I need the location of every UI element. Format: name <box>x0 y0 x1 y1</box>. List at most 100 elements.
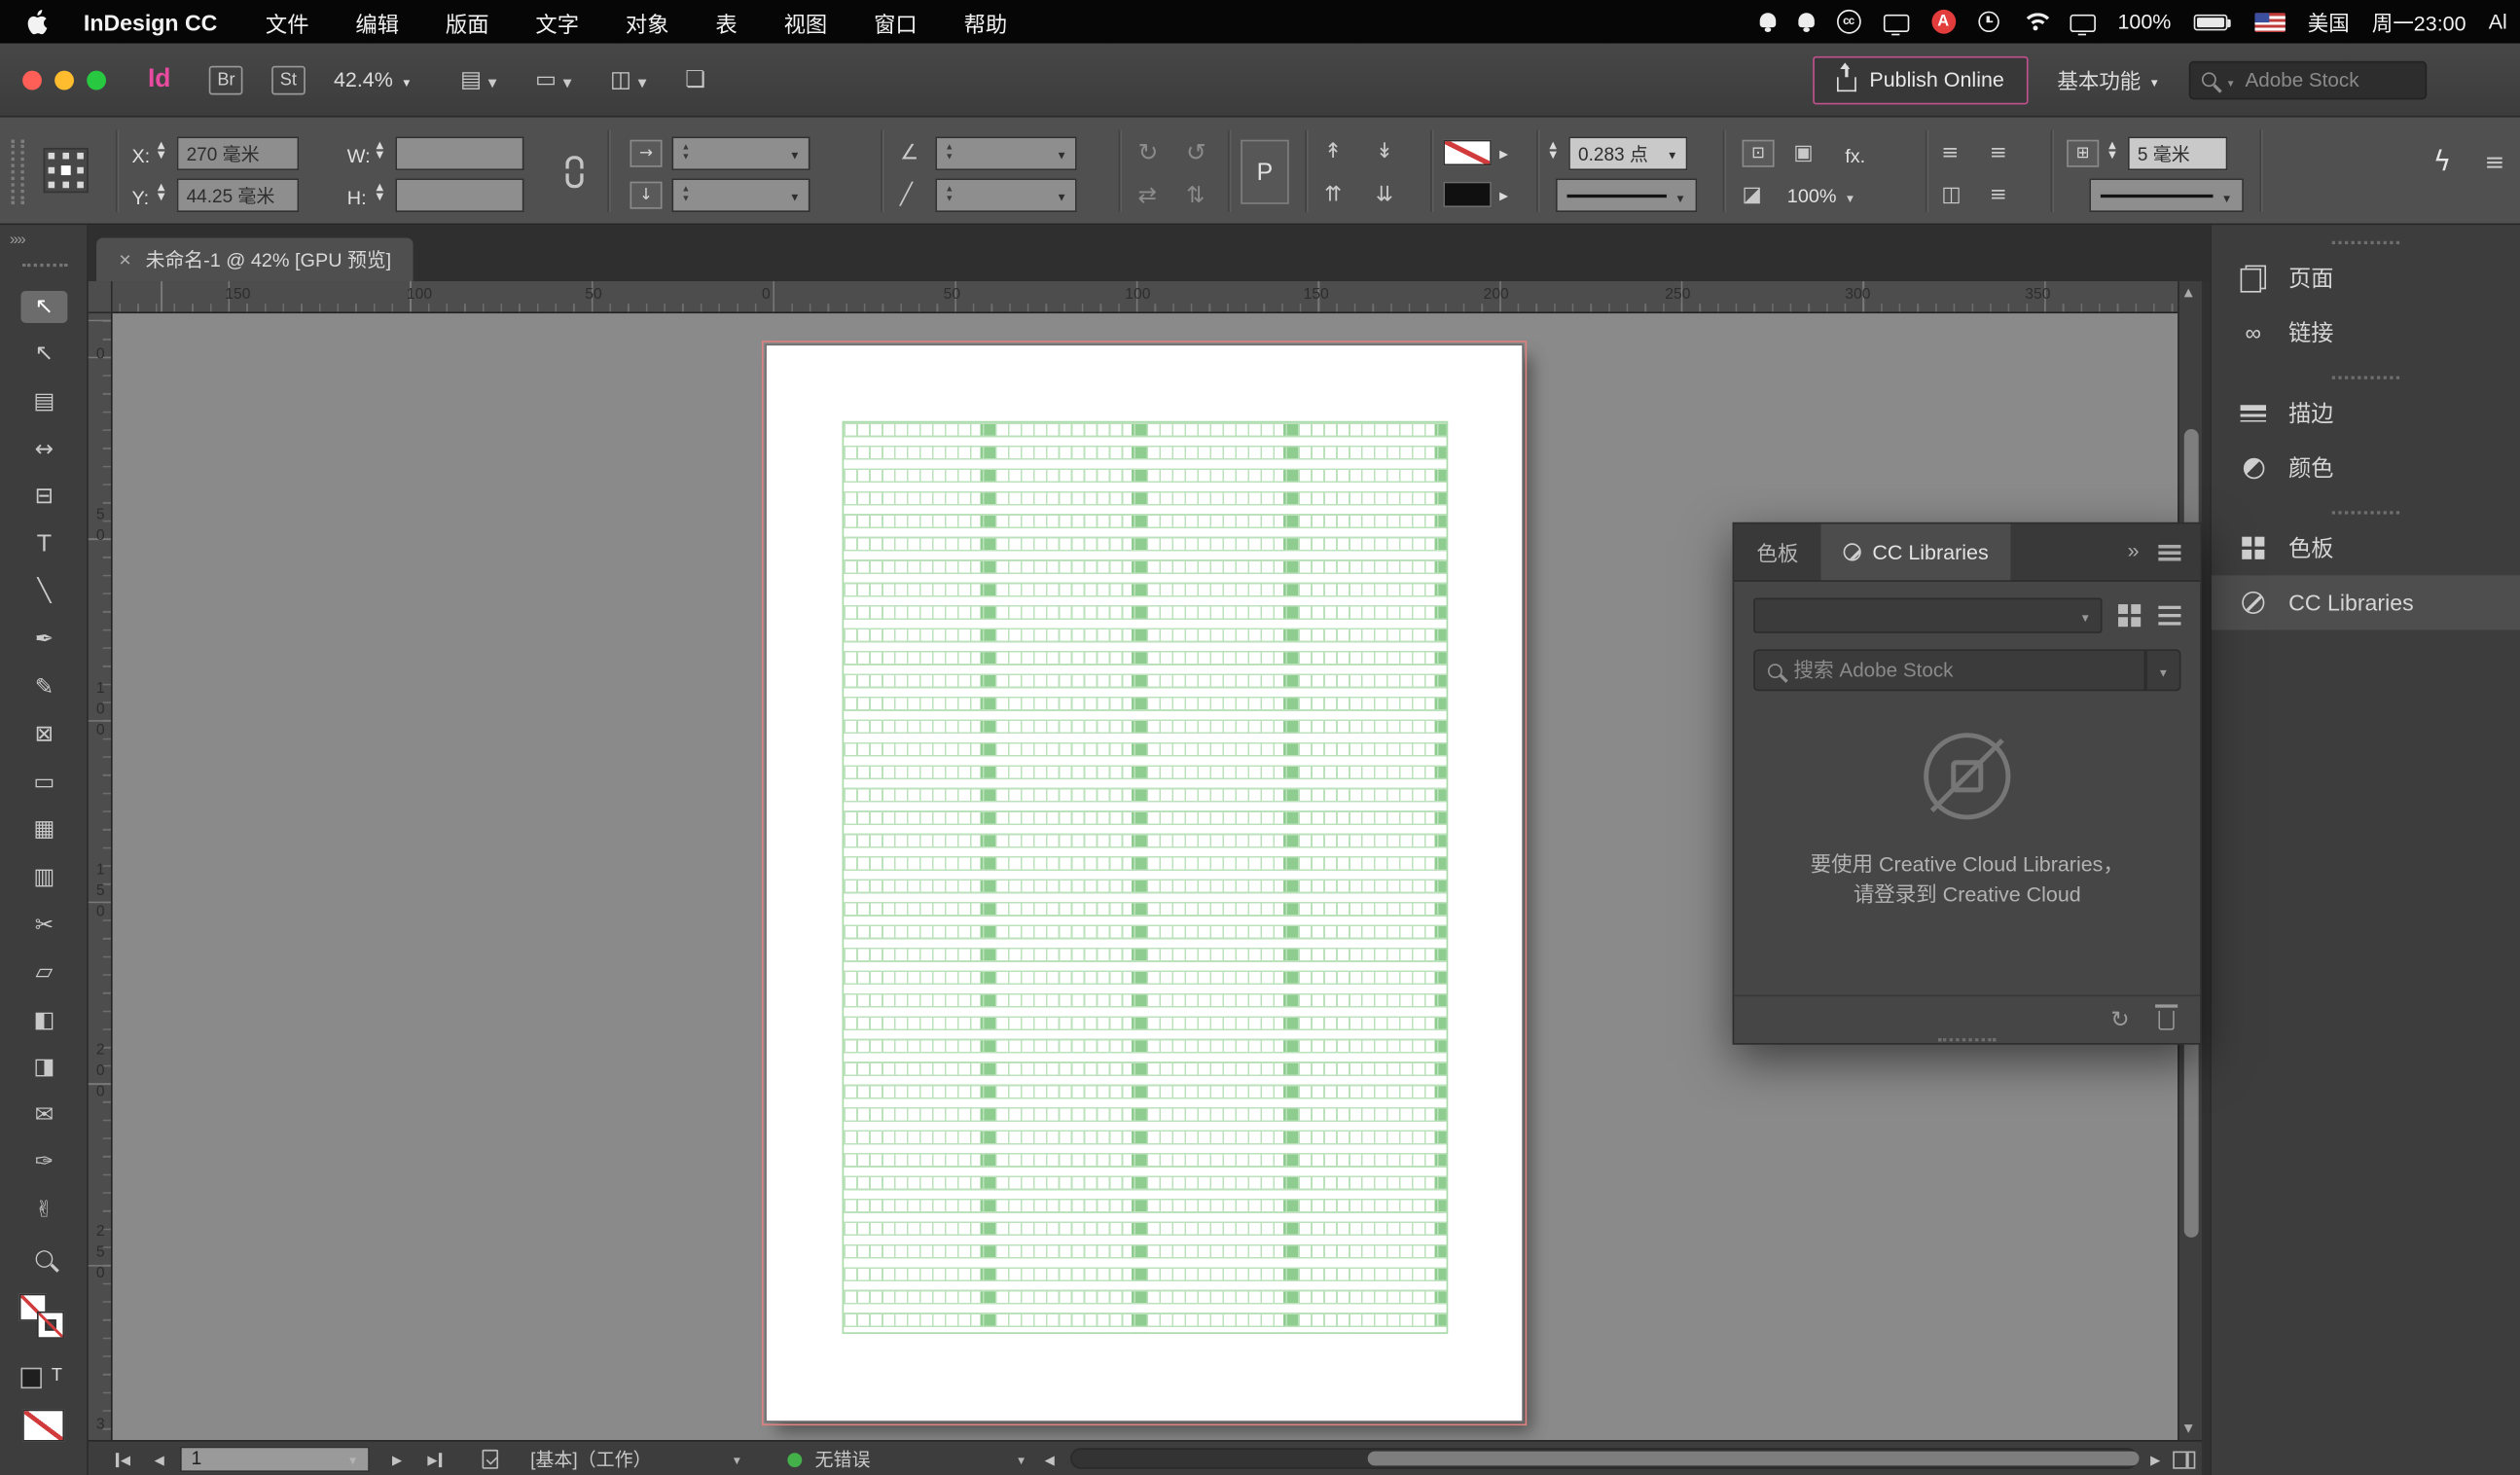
list-view-icon[interactable] <box>2158 605 2181 610</box>
page-number-field[interactable]: 1 <box>180 1446 370 1473</box>
menu-help[interactable]: 帮助 <box>964 6 1008 38</box>
selection-tool[interactable]: ↖ <box>0 283 89 331</box>
stock-button[interactable]: St <box>271 64 306 94</box>
display-settings-icon[interactable] <box>2069 14 2096 36</box>
stroke-color-swatch[interactable] <box>1443 139 1492 166</box>
menu-object[interactable]: 对象 <box>626 6 669 38</box>
publish-online-button[interactable]: Publish Online <box>1813 54 2029 104</box>
scissors-tool[interactable]: ✂ <box>0 901 89 949</box>
preflight-profile-menu[interactable]: [基本]（工作） <box>530 1442 652 1475</box>
horizontal-scroll-thumb[interactable] <box>1367 1451 2140 1466</box>
align-center-icon[interactable]: ≡ <box>1990 143 2007 163</box>
menu-type[interactable]: 文字 <box>535 6 579 38</box>
note-tool[interactable]: ✉ <box>0 1092 89 1139</box>
next-page-button[interactable] <box>392 1452 402 1466</box>
delete-library-icon[interactable] <box>2155 1003 2178 1029</box>
preflight-profile-caret[interactable] <box>732 1450 742 1469</box>
content-collector-tool[interactable]: ⊟ <box>0 473 89 521</box>
screen-mode-dropdown[interactable]: ▭ <box>535 67 571 92</box>
sync-library-icon[interactable] <box>2110 1007 2129 1032</box>
effects-button[interactable]: fx. <box>1845 145 1865 167</box>
dock-item-stroke[interactable]: 描边 <box>2212 385 2520 440</box>
menu-window[interactable]: 窗口 <box>874 6 918 38</box>
y-stepper[interactable] <box>158 183 165 202</box>
stroke-swatch[interactable] <box>36 1312 65 1340</box>
rectangle-tool[interactable]: ▭ <box>0 759 89 807</box>
horizontal-grid-tool[interactable]: ▦ <box>0 806 89 853</box>
pencil-tool[interactable]: ✎ <box>0 664 89 711</box>
direct-selection-tool[interactable]: ↖ <box>0 331 89 378</box>
vertical-ruler[interactable]: 0 50 100 150 200 250 3 <box>88 313 113 1441</box>
w-value-field[interactable] <box>395 136 524 171</box>
scroll-down-arrow[interactable] <box>2184 1422 2193 1435</box>
scroll-left-arrow[interactable] <box>1045 1452 1055 1466</box>
dock-item-links[interactable]: 链接 <box>2212 306 2520 360</box>
input-source-label[interactable]: 美国 <box>2308 7 2350 37</box>
tools-panel-grip[interactable] <box>22 263 68 268</box>
gradient-feather-tool[interactable]: ◨ <box>0 1044 89 1092</box>
y-value-field[interactable]: 44.25 毫米 <box>176 178 300 213</box>
scroll-right-arrow[interactable] <box>2150 1452 2160 1466</box>
fill-swatch-caret[interactable] <box>1499 190 1508 202</box>
stroke-swatch-caret[interactable] <box>1499 148 1508 161</box>
send-backward-button[interactable]: ↡ <box>1376 141 1393 162</box>
document-tab[interactable]: × 未命名-1 @ 42% [GPU 预览] <box>96 237 414 282</box>
truncated-menu-item[interactable]: Al <box>2489 10 2507 34</box>
us-flag-icon[interactable] <box>2254 12 2286 32</box>
corner-options-icon[interactable]: ▣ <box>1793 143 1813 163</box>
shear-angle-field[interactable] <box>935 178 1077 213</box>
send-to-back-button[interactable]: ⇊ <box>1376 185 1393 205</box>
quick-apply-icon[interactable]: ϟ <box>2433 149 2452 177</box>
reference-point-proxy[interactable] <box>43 147 89 194</box>
last-page-button[interactable] <box>427 1452 443 1467</box>
gap-tool[interactable]: ↔ <box>0 425 89 473</box>
view-options-dropdown[interactable]: ▤ <box>460 67 496 92</box>
horizontal-scrollbar[interactable] <box>1070 1448 2140 1469</box>
document-page[interactable] <box>761 341 1528 1426</box>
dock-grip[interactable] <box>2212 505 2520 522</box>
bring-forward-button[interactable]: ↟ <box>1324 141 1342 162</box>
library-search-scope-dropdown[interactable] <box>2145 649 2181 692</box>
fill-color-swatch[interactable] <box>1443 181 1492 208</box>
x-value-field[interactable]: 270 毫米 <box>176 136 300 171</box>
minimize-window-button[interactable] <box>54 69 74 90</box>
arrange-documents-dropdown[interactable]: ◫ <box>610 67 646 92</box>
align-left-icon[interactable]: ≡ <box>1941 143 1959 163</box>
close-tab-icon[interactable]: × <box>119 247 131 271</box>
panel-menu-icon[interactable] <box>2158 544 2181 561</box>
formatting-affects-text-icon[interactable]: T <box>52 1367 62 1386</box>
constrain-proportions-icon[interactable] <box>558 156 591 189</box>
creative-cloud-icon[interactable] <box>1836 9 1861 34</box>
frame-tool[interactable]: ⊠ <box>0 711 89 759</box>
panel-resize-grip[interactable] <box>1938 1038 1997 1042</box>
dock-item-swatches[interactable]: 色板 <box>2212 521 2520 575</box>
h-value-field[interactable] <box>395 178 524 213</box>
zoom-tool[interactable]: ○ <box>0 1234 89 1281</box>
pen-tool[interactable]: ✒ <box>0 616 89 664</box>
library-search-field[interactable] <box>1753 649 2146 692</box>
wifi-icon[interactable] <box>2021 13 2054 31</box>
dock-grip[interactable] <box>2212 370 2520 386</box>
stock-search-input[interactable] <box>2245 68 2414 91</box>
rotate-cw-button[interactable]: ↻ <box>1137 141 1158 165</box>
rotate-ccw-button[interactable]: ↺ <box>1186 141 1206 165</box>
library-select-dropdown[interactable] <box>1753 597 2103 633</box>
red-app-menu-icon[interactable] <box>1930 9 1956 34</box>
close-window-button[interactable] <box>22 69 42 90</box>
stroke-weight-stepper[interactable] <box>1549 141 1557 161</box>
library-search-input[interactable] <box>1793 659 2132 682</box>
preflight-status-menu[interactable]: 无错误 <box>814 1442 870 1475</box>
gradient-swatch-tool[interactable]: ◧ <box>0 996 89 1044</box>
page-curl-icon[interactable]: ❏ <box>685 67 705 92</box>
apply-none-swatch[interactable] <box>22 1410 65 1443</box>
inset-value-field[interactable]: 5 毫米 <box>2127 136 2228 171</box>
scroll-up-arrow[interactable] <box>2184 286 2193 299</box>
paragraph-direction-badge[interactable]: P <box>1241 139 1289 204</box>
menu-bar-clock[interactable]: 周一23:00 <box>2372 7 2466 37</box>
menu-table[interactable]: 表 <box>715 6 737 38</box>
align-justify-icon[interactable]: ≡ <box>1990 185 2007 205</box>
dock-item-pages[interactable]: 页面 <box>2212 251 2520 306</box>
dock-item-cc-libraries[interactable]: CC Libraries <box>2211 575 2520 630</box>
tab-cc-libraries[interactable]: CC Libraries <box>1820 523 2011 581</box>
previous-page-button[interactable] <box>155 1452 164 1466</box>
